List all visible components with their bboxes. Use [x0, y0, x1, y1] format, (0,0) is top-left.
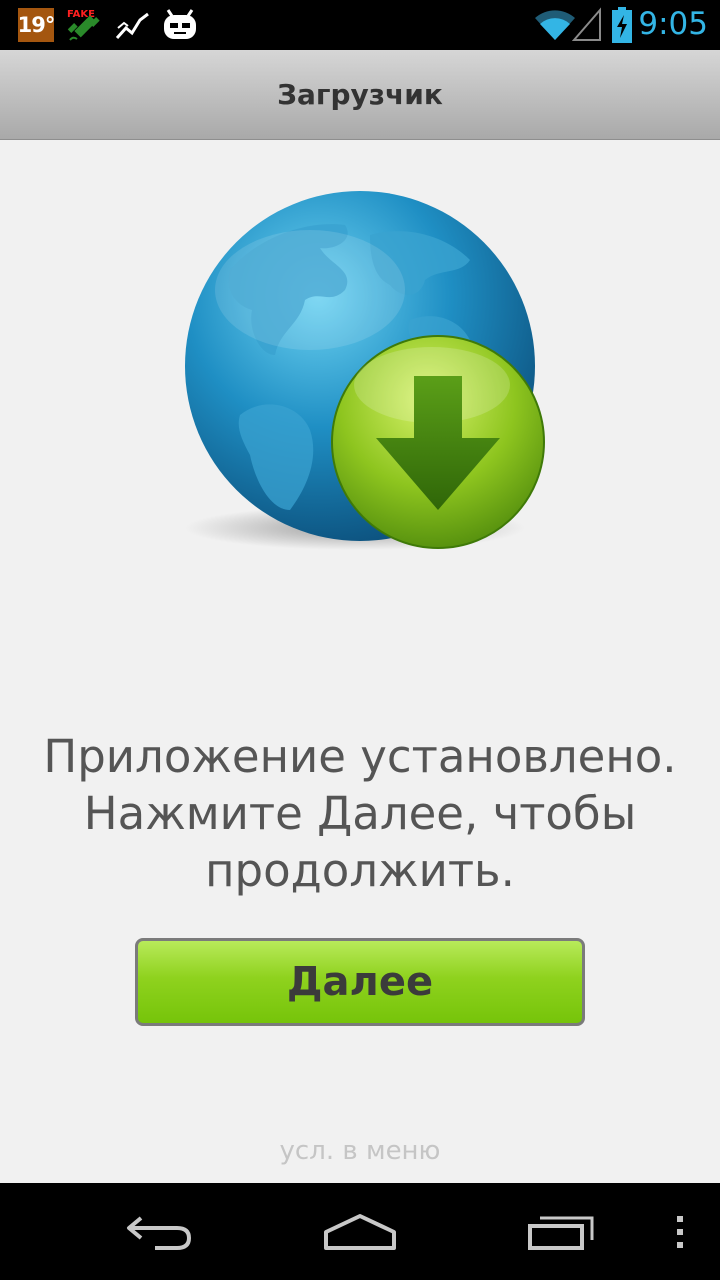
weather-temp-icon: 19° [17, 8, 56, 42]
recent-apps-icon [528, 1216, 594, 1250]
message-line: продолжить. [205, 844, 515, 897]
back-icon [127, 1215, 192, 1250]
recent-apps-button[interactable] [502, 1183, 622, 1280]
battery-charging-icon [612, 7, 632, 43]
action-bar: Загрузчик [0, 50, 720, 140]
message-line: Приложение установлено. [43, 730, 677, 783]
overflow-menu-icon [677, 1215, 683, 1248]
next-button-label: Далее [286, 959, 434, 1005]
page-title: Загрузчик [277, 78, 443, 111]
activity-graph-icon [115, 12, 149, 40]
next-button[interactable]: Далее [135, 938, 585, 1026]
back-button[interactable] [100, 1183, 220, 1280]
install-message: Приложение установлено. Нажмите Далее, ч… [0, 728, 720, 899]
home-icon [324, 1213, 396, 1250]
wifi-icon [535, 10, 575, 40]
cyanogen-mascot-icon [164, 9, 196, 39]
temperature-text: 19° [17, 13, 56, 37]
fake-gps-icon: FAKE [67, 9, 100, 41]
status-clock: 9:05 [638, 6, 708, 42]
home-button[interactable] [300, 1183, 420, 1280]
overflow-menu-button[interactable] [660, 1183, 700, 1280]
message-line: Нажмите Далее, чтобы [83, 787, 637, 840]
navigation-bar [0, 1183, 720, 1280]
status-bar: 19° FAKE 9:05 [0, 0, 720, 50]
signal-icon [572, 7, 601, 41]
globe-download-icon [185, 191, 545, 550]
terms-hint: усл. в меню [279, 1136, 441, 1166]
